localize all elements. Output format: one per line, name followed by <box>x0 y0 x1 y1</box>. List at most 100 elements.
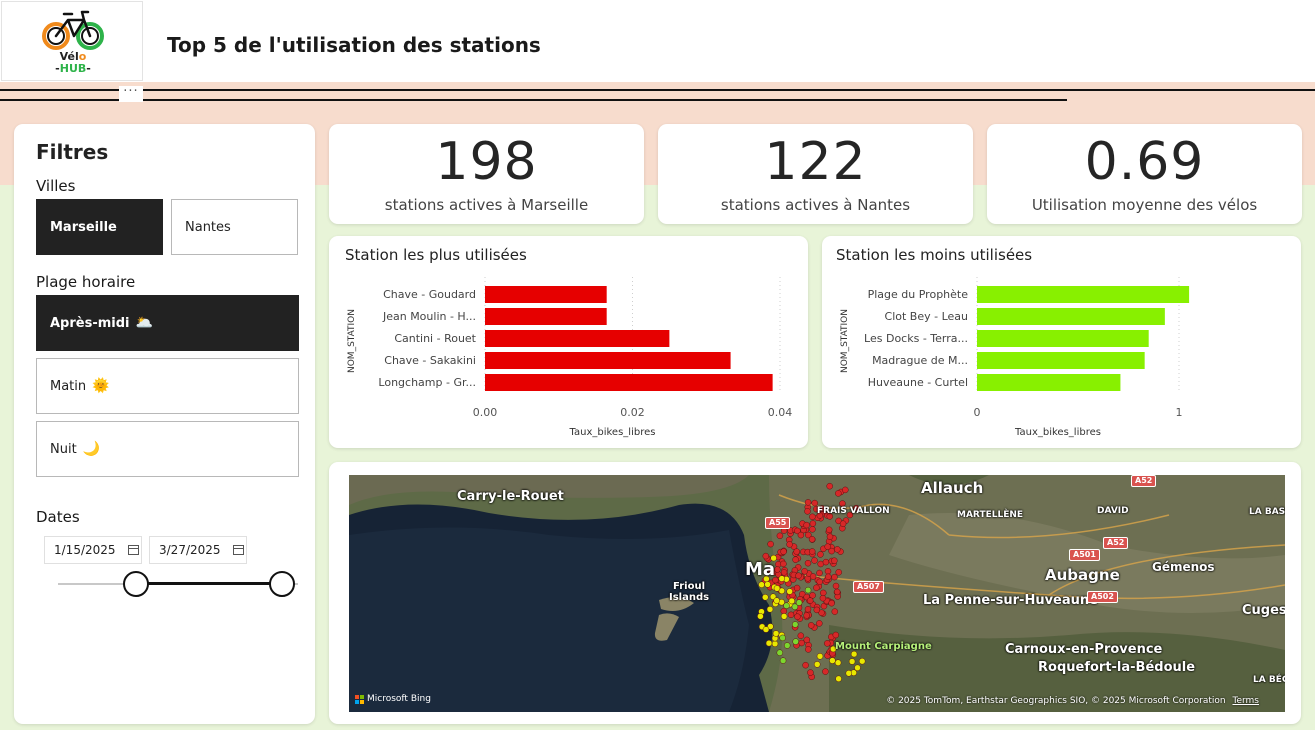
category-label: Chave - Sakakini <box>384 354 476 367</box>
time-morning-button[interactable]: Matin 🌞 <box>36 358 299 414</box>
bing-attribution: Microsoft Bing <box>355 694 431 704</box>
map-place-label: Allauch <box>921 479 984 497</box>
map-place-label: Cuges-le <box>1242 603 1285 618</box>
station-dot <box>783 642 791 649</box>
map-place-label: La Penne-sur-Huveaune <box>923 593 1098 608</box>
category-label: Longchamp - Gr... <box>378 376 476 389</box>
header-divider-2 <box>0 99 1067 101</box>
map-place-label: Carry-le-Rouet <box>457 489 564 504</box>
station-dot <box>780 548 787 555</box>
map-place-label: FRAIS VALLON <box>817 506 890 516</box>
station-dot <box>819 594 827 602</box>
bar <box>977 308 1165 325</box>
station-dot <box>834 546 841 553</box>
map-place-label: Roquefort-la-Bédoule <box>1038 660 1196 675</box>
station-dot <box>807 622 815 629</box>
station-dot <box>802 661 809 669</box>
date-start-value: 1/15/2025 <box>54 543 116 557</box>
date-start-input[interactable]: 1/15/2025 <box>44 536 142 564</box>
station-dot <box>831 573 838 581</box>
station-dot <box>779 657 787 664</box>
date-slider-end-handle[interactable] <box>269 571 295 597</box>
map-terms-link[interactable]: Terms <box>1232 696 1259 706</box>
kpi-card-usage: 0.69 Utilisation moyenne des vélos <box>987 124 1302 224</box>
station-dot <box>764 581 771 588</box>
station-dot <box>765 639 773 647</box>
category-label: Clot Bey - Leau <box>885 310 968 323</box>
station-dot <box>813 661 821 668</box>
station-dot <box>817 551 824 558</box>
station-dot <box>831 557 838 564</box>
station-dot <box>801 568 808 575</box>
station-dot <box>797 531 805 539</box>
station-dot <box>835 675 842 683</box>
station-dot <box>772 630 780 637</box>
station-dot <box>832 582 840 590</box>
station-dot <box>804 559 812 567</box>
station-dot <box>804 606 812 613</box>
map-place-label: LA BASSE <box>1249 507 1285 517</box>
station-dot <box>783 602 790 609</box>
map-place-label: Mount Carpiagne <box>835 641 932 652</box>
station-dot <box>826 533 834 540</box>
category-label: Les Docks - Terra... <box>864 332 968 345</box>
city-nantes-button[interactable]: Nantes <box>171 199 298 255</box>
time-afternoon-button[interactable]: Après-midi 🌥️ <box>36 295 299 351</box>
map-provider: Microsoft Bing <box>367 694 431 704</box>
station-dot <box>835 490 842 497</box>
station-dot <box>803 636 811 644</box>
category-label: Huveaune - Curtel <box>868 376 968 389</box>
station-dot <box>811 557 818 564</box>
bar <box>977 286 1190 303</box>
map-place-label: Ma <box>745 559 776 580</box>
x-axis-label: Taux_bikes_libres <box>1014 427 1101 438</box>
station-dot <box>762 626 770 633</box>
map-copyright: © 2025 TomTom, Earthstar Geographics SIO… <box>886 696 1259 706</box>
map-card: Carry-le-Rouet Allauch MARTELLÈNE DAVID … <box>329 462 1301 724</box>
station-dot <box>804 586 812 594</box>
calendar-icon[interactable] <box>127 545 139 555</box>
station-dot <box>773 597 780 604</box>
station-dot <box>816 578 823 586</box>
bar <box>485 308 607 325</box>
date-slider-start-handle[interactable] <box>123 571 149 597</box>
more-options-button[interactable]: ··· <box>119 85 143 102</box>
y-axis-label: NOM_STATION <box>840 309 850 373</box>
station-dot <box>791 603 799 611</box>
station-dot <box>825 573 832 581</box>
station-dot <box>832 631 840 639</box>
page-header: Vélo -HUB- Top 5 de l'utilisation des st… <box>0 0 1315 82</box>
time-night-button[interactable]: Nuit 🌙 <box>36 421 299 477</box>
station-dot <box>767 540 774 548</box>
station-dot <box>758 581 765 588</box>
station-dot <box>807 669 814 676</box>
kpi-label: stations actives à Marseille <box>384 196 589 214</box>
station-dot <box>803 521 810 529</box>
city-marseille-button[interactable]: Marseille <box>36 199 163 255</box>
station-dot <box>778 575 786 582</box>
map-place-label: DAVID <box>1097 506 1129 516</box>
station-dot <box>773 585 781 592</box>
station-dot <box>786 541 793 548</box>
station-dot <box>833 588 841 596</box>
bar-chart-most-used: 0.00 0.02 0.04 Chave - Goudard Jean Moulin -… <box>347 277 792 438</box>
station-map[interactable]: Carry-le-Rouet Allauch MARTELLÈNE DAVID … <box>349 475 1285 712</box>
category-label: Madrague de M... <box>872 354 968 367</box>
station-dot <box>829 657 836 664</box>
station-dot <box>809 513 816 521</box>
date-slider-range <box>136 582 284 585</box>
bar <box>977 330 1149 347</box>
date-end-input[interactable]: 3/27/2025 <box>149 536 247 564</box>
calendar-icon[interactable] <box>232 545 244 555</box>
velohub-logo: Vélo -HUB- <box>1 1 143 81</box>
station-dot <box>771 640 779 648</box>
sun-icon: 🌞 <box>92 378 110 394</box>
x-axis-label: Taux_bikes_libres <box>569 427 656 438</box>
road-badge: A502 <box>1087 591 1118 603</box>
station-dot <box>816 569 823 577</box>
station-dot <box>786 588 793 595</box>
road-badge: A55 <box>765 517 791 529</box>
station-dot <box>824 568 832 575</box>
map-place-label: Gémenos <box>1152 560 1215 574</box>
bar <box>977 352 1145 369</box>
